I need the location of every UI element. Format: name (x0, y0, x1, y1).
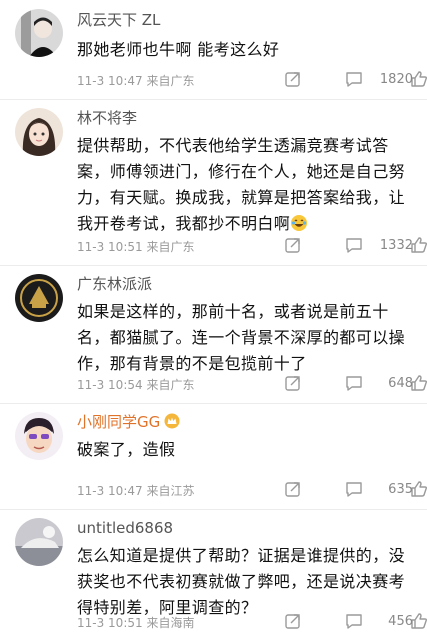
laughing-tears-emoji-icon (290, 214, 308, 232)
comment-time-location: 11-3 10:54 来自广东 (77, 378, 195, 392)
comment-item: 林不将李 提供帮助，不代表他给学生透漏竞赛考试答案，师傅领进门，修行在个人，她还… (0, 100, 427, 266)
comment-icon[interactable] (345, 612, 363, 630)
like-count: 456 (388, 614, 413, 629)
share-icon[interactable] (284, 236, 302, 254)
comment-time-location: 11-3 10:51 来自海南 (77, 616, 195, 630)
comment-meta: 11-3 10:47 来自江苏 635 (77, 480, 427, 500)
comment-text: 那她老师也牛啊 能考这么好 (77, 40, 280, 59)
share-icon[interactable] (284, 480, 302, 498)
comment-icon[interactable] (345, 70, 363, 88)
comment-meta: 11-3 10:47 来自广东 1820 (77, 70, 427, 90)
comment-item: untitled6868 怎么知道是提供了帮助？证据是谁提供的，没获奖也不代表初… (0, 510, 427, 640)
comment-meta: 11-3 10:51 来自广东 1332 (77, 236, 427, 256)
comment-icon[interactable] (345, 480, 363, 498)
comment-username[interactable]: 风云天下 ZL (77, 10, 413, 30)
comment-time-location: 11-3 10:47 来自江苏 (77, 484, 195, 498)
comment-meta: 11-3 10:54 来自广东 648 (77, 374, 427, 394)
avatar[interactable] (15, 108, 63, 156)
comment-meta: 11-3 10:51 来自海南 456 (77, 612, 427, 632)
avatar[interactable] (15, 9, 63, 57)
comment-text: 破案了，造假 (77, 440, 176, 459)
comment-icon[interactable] (345, 236, 363, 254)
comment-icon[interactable] (345, 374, 363, 392)
avatar[interactable] (15, 412, 63, 460)
comment-username[interactable]: 林不将李 (77, 108, 413, 128)
like-count: 648 (388, 376, 413, 391)
like-count: 1820 (379, 72, 413, 87)
comment-time-location: 11-3 10:51 来自广东 (77, 240, 195, 254)
share-icon[interactable] (284, 374, 302, 392)
crown-badge-icon (164, 413, 180, 429)
comment-time-location: 11-3 10:47 来自广东 (77, 74, 195, 88)
comment-username[interactable]: 广东林派派 (77, 274, 413, 294)
comment-text: 怎么知道是提供了帮助？证据是谁提供的，没获奖也不代表初赛就做了弊吧，还是说决赛考… (77, 546, 406, 617)
comment-username[interactable]: untitled6868 (77, 518, 413, 538)
avatar[interactable] (15, 518, 63, 566)
like-count: 635 (388, 482, 413, 497)
like-count: 1332 (379, 238, 413, 253)
comment-text-body: 提供帮助，不代表他给学生透漏竞赛考试答案，师傅领进门，修行在个人，她还是自己努力… (77, 136, 406, 233)
share-icon[interactable] (284, 70, 302, 88)
share-icon[interactable] (284, 612, 302, 630)
comment-text: 提供帮助，不代表他给学生透漏竞赛考试答案，师傅领进门，修行在个人，她还是自己努力… (77, 133, 413, 237)
comment-username[interactable]: 小刚同学GG (77, 412, 413, 432)
avatar[interactable] (15, 274, 63, 322)
username-text[interactable]: 小刚同学GG (77, 413, 160, 431)
comment-item: 广东林派派 如果是这样的，那前十名，或者说是前五十名，都猫腻了。连一个背景不深厚… (0, 266, 427, 404)
comment-item: 小刚同学GG 破案了，造假 11-3 10:47 来自江苏 635 (0, 404, 427, 510)
comment-item: 风云天下 ZL 那她老师也牛啊 能考这么好 11-3 10:47 来自广东 18… (0, 0, 427, 100)
comment-text: 如果是这样的，那前十名，或者说是前五十名，都猫腻了。连一个背景不深厚的都可以操作… (77, 302, 406, 373)
